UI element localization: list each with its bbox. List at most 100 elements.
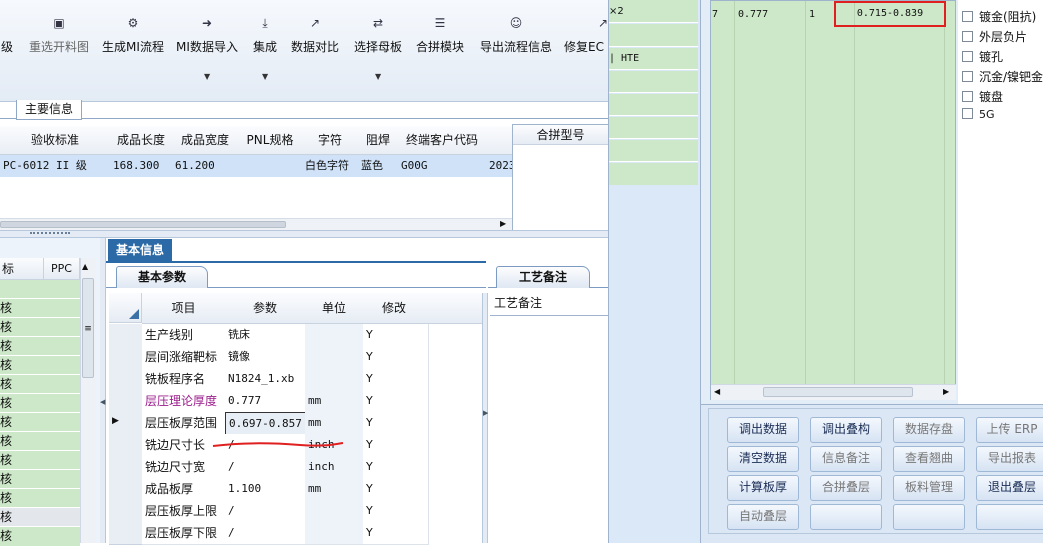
middle-row[interactable] <box>609 163 698 185</box>
col-header-character[interactable]: 字符 <box>302 126 359 155</box>
blank-button[interactable] <box>810 504 882 530</box>
cell-modify[interactable]: Y <box>363 434 429 457</box>
view-warpage-button[interactable]: 查看翘曲 <box>893 446 965 472</box>
main-grid-scrollbar[interactable]: ▶ <box>0 218 512 230</box>
exit-stackup-button[interactable]: 退出叠层 <box>976 475 1043 501</box>
row-header[interactable] <box>109 500 143 523</box>
col-header-pnl-spec[interactable]: PNL规格 <box>238 126 303 155</box>
cell-item-highlighted[interactable]: 层压理论厚度 <box>142 390 229 413</box>
cell-unit[interactable]: mm <box>305 412 367 435</box>
middle-row[interactable] <box>609 24 698 47</box>
col-header-solder-mask[interactable]: 阻焊 <box>358 126 399 155</box>
stack-cell-thickness[interactable]: 0.777 <box>738 6 798 24</box>
col-header-unit[interactable]: 单位 <box>305 293 364 324</box>
row-header[interactable] <box>109 478 143 501</box>
cell-solder-mask[interactable]: 蓝色 <box>358 155 402 177</box>
cell-pnl-spec[interactable] <box>238 155 306 177</box>
cell-modify[interactable]: Y <box>363 368 429 391</box>
col-header-length[interactable]: 成品长度 <box>110 126 173 155</box>
cell-param[interactable]: / <box>225 456 309 479</box>
cell-modify[interactable]: Y <box>363 522 429 545</box>
cell-item[interactable]: 铣边尺寸宽 <box>142 456 229 479</box>
left-list-col2-header[interactable]: PPC <box>44 258 80 280</box>
option-outer-negative[interactable]: 外层负片 <box>962 28 1027 45</box>
list-item[interactable]: 核 <box>0 299 80 318</box>
cell-modify[interactable]: Y <box>363 456 429 479</box>
middle-row[interactable] <box>609 94 698 116</box>
cell-modify[interactable]: Y <box>363 346 429 369</box>
tab-basic-info[interactable]: 基本信息 <box>108 239 172 261</box>
cell-param[interactable]: 1.100 <box>225 478 309 501</box>
checkbox-icon[interactable] <box>962 108 973 119</box>
blank-button[interactable] <box>976 504 1043 530</box>
cell-width[interactable]: 61.200 <box>172 155 242 177</box>
mi-data-import-button[interactable]: ➜ MI数据导入 ▼ <box>175 16 239 86</box>
option-enig-enepig[interactable]: 沉金/镍钯金 <box>962 68 1043 85</box>
row-header[interactable] <box>109 368 143 391</box>
list-item[interactable]: 核 <box>0 470 80 489</box>
export-flow-info-button[interactable]: ☺ 导出流程信息 <box>478 16 554 86</box>
cell-param[interactable]: 镜像 <box>225 346 309 369</box>
info-note-button[interactable]: 信息备注 <box>810 446 882 472</box>
list-item-selected[interactable]: 核 <box>0 508 80 527</box>
cell-param[interactable]: / <box>225 500 309 523</box>
list-item[interactable]: 核 <box>0 337 80 356</box>
row-header[interactable] <box>109 390 143 413</box>
cell-param[interactable]: N1824_1.xb <box>225 368 309 391</box>
list-item[interactable]: 核 <box>0 432 80 451</box>
cell-unit[interactable]: inch <box>305 456 367 479</box>
scrollbar-thumb[interactable] <box>763 387 913 397</box>
row-header[interactable] <box>109 522 143 545</box>
load-data-button[interactable]: 调出数据 <box>727 417 799 443</box>
select-motherboard-button[interactable]: ⇄ 选择母板 ▼ <box>352 16 404 86</box>
list-item[interactable]: 核 <box>0 413 80 432</box>
col-header-date[interactable] <box>486 126 513 155</box>
middle-row[interactable] <box>609 71 698 93</box>
stack-cell-range-highlighted[interactable]: 0.715-0.839 <box>834 1 946 27</box>
tab-basic-params[interactable]: 基本参数 <box>116 266 208 288</box>
repair-ec-button[interactable]: ↗ 修复EC <box>564 16 608 86</box>
scroll-right-icon[interactable]: ▶ <box>943 387 949 396</box>
stack-cell-layer[interactable]: 7 <box>712 6 732 24</box>
left-list-col1-header[interactable]: 标 <box>0 258 44 280</box>
middle-row[interactable] <box>609 117 698 139</box>
horizontal-splitter[interactable] <box>0 230 608 238</box>
upload-erp-button[interactable]: 上传 ERP <box>976 417 1043 443</box>
row-header-current[interactable]: ▶ <box>109 412 143 435</box>
list-item[interactable]: 核 <box>0 489 80 508</box>
list-item[interactable]: 核 <box>0 451 80 470</box>
grid-corner[interactable] <box>109 293 142 323</box>
clear-data-button[interactable]: 清空数据 <box>727 446 799 472</box>
checkbox-icon[interactable] <box>962 71 973 82</box>
tab-process-note[interactable]: 工艺备注 <box>496 266 590 288</box>
list-item[interactable]: 核 <box>0 527 80 546</box>
save-data-button[interactable]: 数据存盘 <box>893 417 965 443</box>
middle-row[interactable]: ×2 <box>609 0 698 23</box>
cell-unit[interactable] <box>305 324 367 347</box>
auto-stackup-button[interactable]: 自动叠层 <box>727 504 799 530</box>
row-header[interactable] <box>109 346 143 369</box>
scrollbar-thumb[interactable] <box>0 221 286 228</box>
collapse-left-icon[interactable]: ◀ <box>100 398 105 406</box>
list-item[interactable]: 核 <box>0 375 80 394</box>
cell-param[interactable]: 铣床 <box>225 324 309 347</box>
cell-customer-code[interactable]: G00G <box>398 155 490 177</box>
blank-button[interactable] <box>893 504 965 530</box>
cell-unit[interactable]: mm <box>305 478 367 501</box>
load-stackup-button[interactable]: 调出叠构 <box>810 417 882 443</box>
option-gold-impedance[interactable]: 镀金(阻抗) <box>962 8 1036 25</box>
integrate-button[interactable]: ⤓ 集成 ▼ <box>248 16 282 86</box>
cell-unit[interactable]: mm <box>305 390 367 413</box>
col-header-param[interactable]: 参数 <box>225 293 306 324</box>
cell-modify[interactable]: Y <box>363 478 429 501</box>
list-item[interactable]: 核 <box>0 356 80 375</box>
cell-unit[interactable] <box>305 346 367 369</box>
combined-model-header[interactable]: 合拼型号 <box>513 125 608 145</box>
cell-modify[interactable]: Y <box>363 500 429 523</box>
cell-item[interactable]: 成品板厚 <box>142 478 229 501</box>
material-manage-button[interactable]: 板料管理 <box>893 475 965 501</box>
combine-stackup-button[interactable]: 合拼叠层 <box>810 475 882 501</box>
col-header-item[interactable]: 项目 <box>142 293 226 324</box>
scroll-up-icon[interactable]: ▲ <box>82 262 88 271</box>
option-plated-pad[interactable]: 镀盘 <box>962 88 1003 105</box>
